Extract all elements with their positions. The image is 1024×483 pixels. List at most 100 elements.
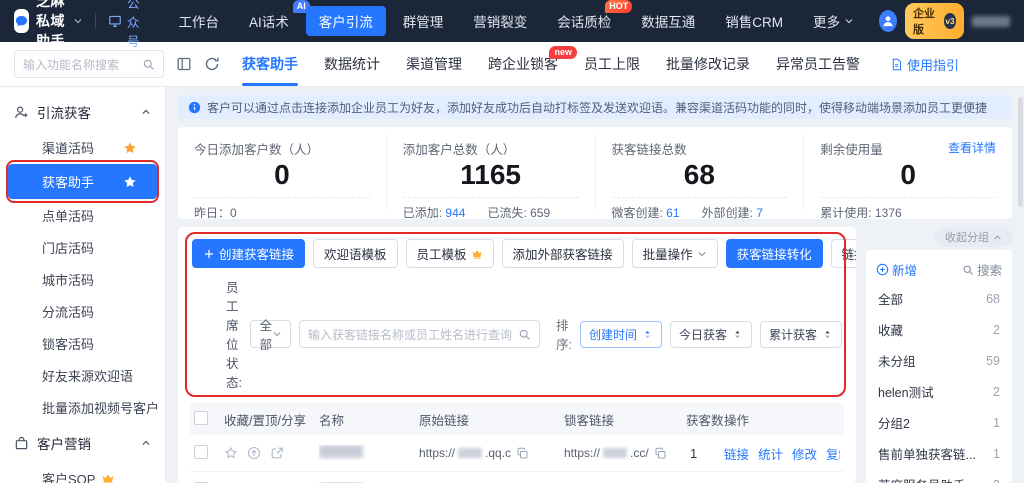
search-icon <box>518 328 531 341</box>
copy-icon[interactable] <box>654 447 667 460</box>
stat-title: 今日添加客户数（人） <box>194 139 319 158</box>
subnav-tab[interactable]: 批量修改记录 <box>666 42 750 86</box>
row-action-link[interactable]: 统计 <box>758 444 783 463</box>
plus-circle-icon <box>876 263 889 276</box>
sidebar-item[interactable]: 锁客活码 <box>8 328 157 359</box>
sidebar-section-header[interactable]: 客户营销 <box>8 424 157 462</box>
table-body: https://.qq.c https://.cc/ 1 链接统计修改复制更多 … <box>190 435 844 483</box>
row-actions: 链接统计修改复制更多 <box>724 444 840 463</box>
sidebar-item[interactable]: 批量添加视频号客户 <box>8 392 157 423</box>
page-body: 引流获客 渠道活码获客助手点单活码门店活码城市活码分流活码锁客活码好友来源欢迎语… <box>0 87 1024 483</box>
document-icon <box>890 58 903 71</box>
view-details-link[interactable]: 查看详情 <box>948 139 996 158</box>
group-item[interactable]: 收藏2 <box>876 314 1002 345</box>
sidebar-item[interactable]: 门店活码 <box>8 232 157 263</box>
topbar-menu-item[interactable]: 工作台 <box>165 6 232 36</box>
subnav-tab[interactable]: 数据统计 <box>324 42 380 86</box>
stat-value: 0 <box>820 160 996 191</box>
plus-icon <box>203 248 215 260</box>
group-list: 全部68收藏2未分组59helen测试2分组21售前单独获客链...1芝麻服务号… <box>876 283 1002 483</box>
select-all-checkbox[interactable] <box>194 411 208 425</box>
toolbar-button[interactable]: 员工模板 <box>406 239 494 268</box>
row-checkbox[interactable] <box>194 445 208 459</box>
toolbar-button[interactable]: 创建获客链接 <box>192 239 305 268</box>
group-item[interactable]: 全部68 <box>876 283 1002 314</box>
sidebar-item[interactable]: 好友来源欢迎语 <box>8 360 157 391</box>
subnav-tab[interactable]: 跨企业锁客new <box>488 42 558 86</box>
chat-logo-icon <box>14 9 29 33</box>
info-banner: 客户可以通过点击连接添加企业员工为好友，添加好友成功后自动打标签及发送欢迎语。兼… <box>178 95 1012 119</box>
group-item[interactable]: 未分组59 <box>876 345 1002 376</box>
toolbar-button[interactable]: 链接外用 <box>831 239 856 268</box>
row-action-link[interactable]: 修改 <box>792 444 817 463</box>
add-group-button[interactable]: 新增 <box>876 260 917 279</box>
star-icon <box>123 175 137 189</box>
sidebar-item[interactable]: 城市活码 <box>8 264 157 295</box>
table-row: https://.qq.c https://.cc/ 0 链接统计修改复制更多 <box>190 472 844 483</box>
sidebar-section-header[interactable]: 引流获客 <box>8 93 157 131</box>
sidebar: 引流获客 渠道活码获客助手点单活码门店活码城市活码分流活码锁客活码好友来源欢迎语… <box>0 87 166 483</box>
function-search-input[interactable]: 输入功能名称搜索 <box>14 50 164 78</box>
copy-icon[interactable] <box>516 447 529 460</box>
topbar-menu-item[interactable]: 销售CRM <box>712 6 796 36</box>
official-account-link[interactable]: 公众号 <box>108 0 140 50</box>
chevron-down-icon <box>697 249 707 259</box>
subnav-tab[interactable]: 员工上限 <box>584 42 640 86</box>
share-icon[interactable] <box>270 446 284 460</box>
topbar-menu-item[interactable]: 营销裂变 <box>460 6 540 36</box>
topbar-menu-item[interactable]: 群管理 <box>390 6 457 36</box>
group-item[interactable]: helen测试2 <box>876 376 1002 407</box>
sidebar-item[interactable]: 渠道活码 <box>8 132 157 163</box>
collapse-groups-tag[interactable]: 收起分组 <box>935 227 1012 247</box>
sidebar-item[interactable]: 客户SOP <box>8 463 157 483</box>
sidebar-item[interactable]: 获客助手 <box>8 164 157 199</box>
subnav-tab[interactable]: 渠道管理 <box>406 42 462 86</box>
panel-layout-icon[interactable] <box>176 56 192 72</box>
filter-row: 员工席位状态: 全部 输入获客链接名称或员工姓名进行查询 排序: 创建时间今日获… <box>192 277 842 391</box>
toolbar-button[interactable]: 获客链接转化 <box>726 239 823 268</box>
topbar-menu-item[interactable]: 更多 <box>800 6 867 36</box>
stat-card: 剩余使用量查看详情 0 累计使用: 1376 <box>804 135 1012 209</box>
main-content: 客户可以通过点击连接添加企业员工为好友，添加好友成功后自动打标签及发送欢迎语。兼… <box>166 87 1024 483</box>
topbar-menu-item[interactable]: 数据互通 <box>628 6 708 36</box>
seat-status-label: 员工席位状态: <box>226 277 242 391</box>
row-action-link[interactable]: 链接 <box>724 444 749 463</box>
sort-button[interactable]: 创建时间 <box>580 321 662 348</box>
favorite-star-icon[interactable] <box>224 446 238 460</box>
stat-card: 获客链接总数 68 微客创建: 61外部创建: 7 <box>596 135 805 209</box>
group-item[interactable]: 售前单独获客链...1 <box>876 438 1002 469</box>
toolbar-button[interactable]: 添加外部获客链接 <box>502 239 624 268</box>
account-area[interactable]: 企业版 v3 <box>879 3 1010 39</box>
refresh-icon[interactable] <box>204 56 220 72</box>
sort-button[interactable]: 今日获客 <box>670 321 752 348</box>
sidebar-item[interactable]: 点单活码 <box>8 200 157 231</box>
topbar-menu-item[interactable]: AI话术AI <box>236 6 302 36</box>
scrollbar-thumb[interactable] <box>1018 97 1023 207</box>
new-badge: new <box>549 46 577 59</box>
pin-top-icon[interactable] <box>247 446 261 460</box>
row-action-link[interactable]: 复制 <box>826 444 840 463</box>
topbar-menu-item[interactable]: 客户引流 <box>306 6 386 36</box>
stat-title: 获客链接总数 <box>612 139 687 158</box>
link-search-input[interactable]: 输入获客链接名称或员工姓名进行查询 <box>299 320 540 348</box>
sort-button[interactable]: 累计获客 <box>760 321 842 348</box>
group-item[interactable]: 芝麻服务号助手2 <box>876 469 1002 483</box>
stat-footer: 累计使用: 1376 <box>820 197 996 221</box>
toolbar-button[interactable]: 欢迎语模板 <box>313 239 398 268</box>
group-search-button[interactable]: 搜索 <box>962 260 1002 279</box>
group-item[interactable]: 分组21 <box>876 407 1002 438</box>
stat-value: 68 <box>612 160 788 191</box>
toolbar-button[interactable]: 批量操作 <box>632 239 718 268</box>
app-logo[interactable]: 芝麻私域助手 <box>14 0 83 51</box>
subnav-tab[interactable]: 异常员工告警 <box>776 42 860 86</box>
subnav-tab[interactable]: 获客助手 <box>242 42 298 86</box>
topbar-menu: 工作台AI话术AI客户引流群管理营销裂变会话质检HOT数据互通销售CRM更多 <box>163 6 869 36</box>
usage-guide-link[interactable]: 使用指引 <box>890 55 959 74</box>
star-icon <box>123 141 137 155</box>
seat-status-select[interactable]: 全部 <box>250 320 291 348</box>
sidebar-item[interactable]: 分流活码 <box>8 296 157 327</box>
column-header: 名称 <box>319 410 419 429</box>
topbar-menu-item[interactable]: 会话质检HOT <box>544 6 624 36</box>
stat-footer: 微客创建: 61外部创建: 7 <box>612 197 788 221</box>
user-plus-icon <box>14 105 29 120</box>
